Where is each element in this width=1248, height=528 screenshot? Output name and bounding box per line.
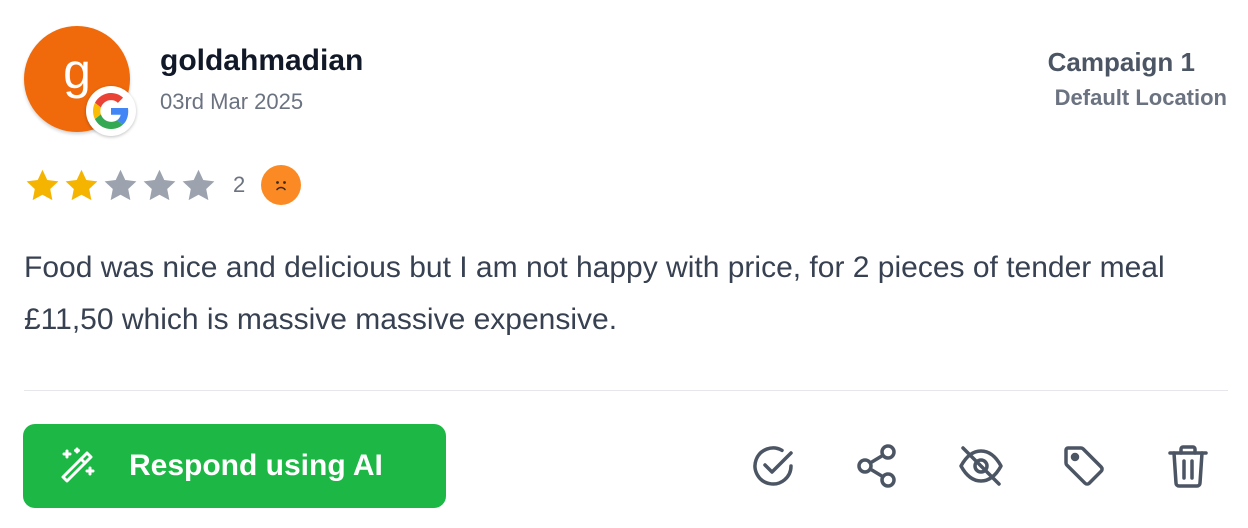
- respond-ai-button[interactable]: Respond using AI: [23, 424, 446, 508]
- review-card: g goldahmadian 03rd Mar 2025 Campaign 1 …: [0, 0, 1248, 528]
- star-empty-icon: [104, 169, 137, 200]
- rating: 2: [24, 165, 302, 205]
- delete-button[interactable]: [1164, 442, 1212, 490]
- hide-button[interactable]: [957, 442, 1005, 490]
- tag-icon: [1064, 446, 1104, 486]
- avatar-letter: g: [63, 43, 91, 99]
- star-empty-icon: [182, 169, 215, 200]
- trash-icon: [1168, 445, 1208, 488]
- mark-done-button[interactable]: [749, 442, 797, 490]
- respond-ai-label: Respond using AI: [129, 449, 383, 482]
- campaign-name: Campaign 1: [1047, 47, 1195, 77]
- star-filled-icon: [26, 169, 59, 200]
- star-filled-icon: [65, 169, 98, 200]
- magic-wand-icon: [61, 447, 95, 483]
- user-name: goldahmadian: [160, 44, 364, 77]
- google-icon: [86, 86, 136, 136]
- share-icon: [857, 444, 896, 488]
- share-button[interactable]: [853, 442, 901, 490]
- tag-button[interactable]: [1060, 442, 1108, 490]
- check-circle-icon: [753, 446, 793, 486]
- star-empty-icon: [143, 169, 176, 200]
- review-date: 03rd Mar 2025: [160, 89, 304, 114]
- sad-face-icon: [261, 165, 302, 205]
- rating-count: 2: [233, 172, 246, 197]
- divider: [24, 390, 1228, 391]
- review-text: Food was nice and delicious but I am not…: [24, 251, 1165, 336]
- star-rating: [24, 167, 217, 204]
- location-name: Default Location: [1054, 85, 1227, 110]
- eye-off-icon: [959, 446, 1003, 486]
